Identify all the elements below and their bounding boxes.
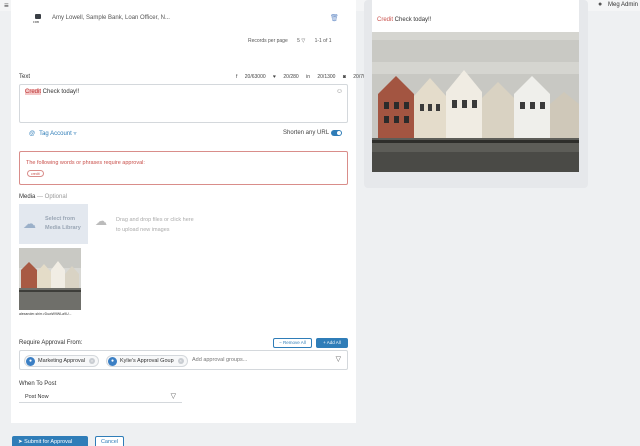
trash-icon[interactable]: 🗑 bbox=[330, 14, 339, 22]
preview-image bbox=[372, 32, 579, 172]
shorten-url-toggle[interactable] bbox=[331, 130, 342, 136]
account-logo: FRB bbox=[33, 14, 43, 24]
text-label: Text bbox=[19, 74, 31, 80]
at-icon: @ bbox=[29, 131, 36, 137]
cloud-icon: ☁ bbox=[23, 216, 36, 231]
records-per-page-select[interactable]: 5 ▽ bbox=[297, 38, 305, 44]
emoji-icon[interactable]: ☺ bbox=[336, 88, 343, 95]
approval-group-chip: ● Kylie's Approval Goup × bbox=[106, 355, 188, 367]
linkedin-icon: in bbox=[306, 74, 310, 80]
approval-groups-input[interactable]: Add approval groups... bbox=[192, 357, 247, 363]
chevron-down-icon[interactable]: ▽ bbox=[336, 355, 341, 363]
facebook-count: 20/63000 bbox=[244, 74, 266, 80]
send-icon: ➤ bbox=[18, 439, 23, 445]
user-name[interactable]: Meg Admin bbox=[608, 2, 638, 8]
tag-account-button[interactable]: @ Tag Account ▿ bbox=[29, 130, 76, 137]
twitter-icon: ♥ bbox=[273, 74, 276, 80]
remove-chip-icon[interactable]: × bbox=[89, 358, 96, 364]
media-thumbnail[interactable] bbox=[19, 248, 81, 310]
post-text[interactable]: Credit Check today!! bbox=[25, 89, 79, 95]
instagram-icon: ◙ bbox=[342, 74, 346, 80]
hamburger-menu-icon[interactable]: ≡ bbox=[4, 1, 9, 10]
account-row: FRB Amy Lowell, Sample Bank, Loan Office… bbox=[33, 12, 353, 28]
remove-all-button[interactable]: − Remove All bbox=[273, 338, 312, 348]
approval-groups-select[interactable]: ● Marketing Approval × ● Kylie's Approval… bbox=[19, 350, 348, 370]
shorten-url-label: Shorten any URL bbox=[283, 130, 330, 136]
media-label: Media — Optional bbox=[19, 194, 68, 200]
upload-icon: ☁ bbox=[95, 214, 107, 228]
linkedin-count: 20/1300 bbox=[317, 74, 336, 80]
chevron-down-icon: ▽ bbox=[170, 393, 176, 400]
remove-chip-icon[interactable]: × bbox=[177, 358, 184, 364]
character-counters: f 20/63000 ♥ 20/280 in 20/1300 ◙ 20/700 bbox=[230, 74, 369, 80]
add-all-button[interactable]: + Add All bbox=[316, 338, 348, 348]
records-per-page-label: Records per page bbox=[248, 38, 288, 44]
group-avatar-icon: ● bbox=[108, 357, 117, 366]
require-approval-label: Require Approval From: bbox=[19, 340, 83, 346]
thumbnail-caption: alexander-shirr-rDuwW9WLa9U... bbox=[19, 312, 72, 316]
group-avatar-icon: ● bbox=[26, 357, 35, 366]
user-icon: ● bbox=[598, 1, 603, 8]
post-text-area[interactable]: Credit Check today!! ☺ bbox=[19, 84, 348, 123]
cancel-button[interactable]: Cancel bbox=[95, 436, 124, 446]
alert-message: The following words or phrases require a… bbox=[26, 160, 145, 166]
when-to-post-select[interactable]: Post Now ▽ bbox=[19, 390, 182, 403]
twitter-count: 20/280 bbox=[283, 74, 299, 80]
select-from-media-library[interactable]: ☁ Select from Media Library bbox=[19, 204, 88, 244]
preview-card: Credit Check today!! bbox=[372, 0, 579, 172]
approval-group-chip: ● Marketing Approval × bbox=[24, 355, 100, 367]
approval-required-alert: The following words or phrases require a… bbox=[19, 151, 348, 185]
when-to-post-label: When To Post bbox=[19, 381, 57, 387]
preview-text: Credit Check today!! bbox=[377, 17, 432, 23]
pagination: Records per page 5 ▽ 1-1 of 1 bbox=[248, 38, 332, 44]
post-preview: Credit Check today!! bbox=[364, 0, 588, 188]
account-description: Amy Lowell, Sample Bank, Loan Officer, N… bbox=[52, 15, 170, 21]
flagged-phrase-chip: credit bbox=[27, 170, 44, 177]
records-range: 1-1 of 1 bbox=[314, 38, 332, 44]
chevron-down-icon: ▿ bbox=[73, 131, 77, 137]
chevron-down-icon: ▽ bbox=[301, 38, 306, 44]
flagged-word: Credit bbox=[25, 89, 42, 95]
facebook-icon: f bbox=[236, 74, 238, 80]
submit-for-approval-button[interactable]: ➤ Submit for Approval bbox=[12, 436, 88, 446]
